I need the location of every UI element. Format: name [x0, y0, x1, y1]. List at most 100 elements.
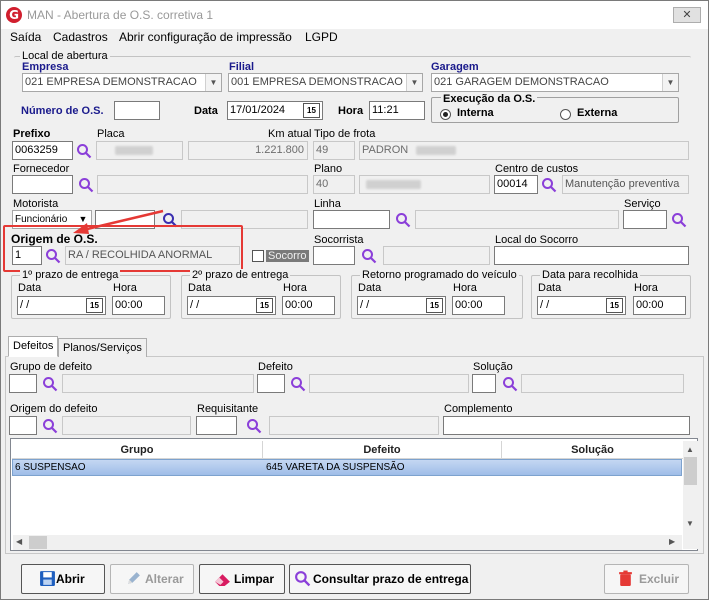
search-icon[interactable]: [42, 376, 58, 392]
complemento-label: Complemento: [444, 403, 513, 415]
grid-header-defeito[interactable]: Defeito: [263, 441, 502, 459]
scroll-up-icon[interactable]: ▲: [686, 445, 694, 454]
excluir-button[interactable]: Excluir: [604, 564, 689, 594]
main-window: G MAN - Abertura de O.S. corretiva 1 ✕ S…: [0, 0, 709, 600]
garagem-select[interactable]: 021 GARAGEM DEMONSTRACAO ▼: [431, 73, 679, 92]
scroll-down-icon[interactable]: ▼: [686, 519, 694, 528]
prefixo-input[interactable]: 0063259: [12, 141, 73, 160]
tab-planos-servicos[interactable]: Planos/Serviços: [58, 338, 147, 357]
retorno-data-label: Data: [358, 282, 382, 294]
recolhida-hora-input[interactable]: 00:00: [633, 296, 686, 315]
search-icon[interactable]: [395, 212, 411, 228]
calendar-icon[interactable]: 15: [256, 298, 273, 313]
retorno-hora-input[interactable]: 00:00: [452, 296, 505, 315]
menu-saida[interactable]: Saída: [10, 30, 41, 44]
search-icon[interactable]: [246, 418, 262, 434]
search-icon[interactable]: [361, 248, 377, 264]
placa-field: [96, 141, 183, 160]
limpar-button[interactable]: Limpar: [199, 564, 285, 594]
numero-os-input[interactable]: [114, 101, 160, 120]
fornecedor-input[interactable]: [12, 175, 73, 194]
plano-label: Plano: [314, 163, 343, 175]
search-icon[interactable]: [671, 212, 687, 228]
calendar-icon[interactable]: 15: [303, 103, 320, 118]
scroll-thumb[interactable]: [684, 457, 697, 485]
data-input[interactable]: 17/01/2024 15: [227, 101, 323, 120]
complemento-input[interactable]: [443, 416, 690, 435]
scroll-left-icon[interactable]: ◀: [16, 537, 22, 546]
retorno-data-input[interactable]: / / 15: [357, 296, 446, 315]
menu-abrir-config[interactable]: Abrir configuração de impressão: [119, 30, 292, 44]
externa-label: Externa: [577, 107, 618, 119]
socorro-checkbox[interactable]: [252, 250, 264, 262]
local-socorro-input[interactable]: [494, 246, 689, 265]
grid-header-solucao[interactable]: Solução: [502, 441, 683, 459]
filial-select[interactable]: 001 EMPRESA DEMONSTRACAO ▼: [228, 73, 423, 92]
search-icon[interactable]: [502, 376, 518, 392]
search-icon[interactable]: [76, 143, 92, 159]
prazo1-title: 1º prazo de entrega: [20, 269, 121, 281]
calendar-icon[interactable]: 15: [606, 298, 623, 313]
calendar-icon[interactable]: 15: [86, 298, 103, 313]
recolhida-data-input[interactable]: / / 15: [537, 296, 626, 315]
servico-input[interactable]: [623, 210, 667, 229]
radio-interna[interactable]: [440, 109, 451, 120]
linha-input[interactable]: [313, 210, 390, 229]
socorrista-label: Socorrista: [314, 234, 364, 246]
alterar-label: Alterar: [145, 572, 184, 586]
data-label: Data: [194, 105, 218, 117]
hscroll-thumb[interactable]: [29, 536, 47, 549]
filial-label: Filial: [229, 61, 255, 73]
abrir-label: Abrir: [56, 572, 85, 586]
consultar-prazo-button[interactable]: Consultar prazo de entrega: [289, 564, 471, 594]
origem-os-input[interactable]: 1: [12, 246, 42, 265]
garagem-value: 021 GARAGEM DEMONSTRACAO: [434, 76, 609, 88]
search-icon: [295, 571, 311, 587]
grid-header-grupo[interactable]: Grupo: [12, 441, 263, 459]
tab-defeitos[interactable]: Defeitos: [8, 336, 59, 357]
centro-custos-input[interactable]: 00014: [494, 175, 538, 194]
prazo2-hora-input[interactable]: 00:00: [282, 296, 335, 315]
abrir-button[interactable]: Abrir: [21, 564, 105, 594]
pencil-icon: [128, 572, 140, 584]
hora-input[interactable]: 11:21: [369, 101, 425, 120]
origem-defeito-input[interactable]: [9, 416, 37, 435]
tipo-frota-label: Tipo de frota: [314, 128, 376, 140]
empresa-value: 021 EMPRESA DEMONSTRACAO: [25, 76, 197, 88]
menu-lgpd[interactable]: LGPD: [305, 30, 338, 44]
linha-label: Linha: [314, 198, 341, 210]
alterar-button[interactable]: Alterar: [110, 564, 194, 594]
empresa-select[interactable]: 021 EMPRESA DEMONSTRACAO ▼: [22, 73, 222, 92]
save-icon: [40, 571, 55, 586]
grupo-defeito-input[interactable]: [9, 374, 37, 393]
linha-desc: [415, 210, 619, 229]
vertical-scrollbar[interactable]: ▲ ▼: [683, 441, 698, 549]
search-icon[interactable]: [42, 418, 58, 434]
defeito-label: Defeito: [258, 361, 293, 373]
search-icon[interactable]: [78, 177, 94, 193]
requisitante-input[interactable]: [196, 416, 237, 435]
excluir-label: Excluir: [639, 572, 680, 586]
scroll-right-icon[interactable]: ▶: [669, 537, 675, 546]
radio-externa[interactable]: [560, 109, 571, 120]
prazo1-data-value: / /: [20, 299, 30, 311]
origem-os-desc: RA / RECOLHIDA ANORMAL: [65, 246, 240, 265]
prazo1-hora-input[interactable]: 00:00: [112, 296, 165, 315]
table-row[interactable]: 6 SUSPENSAO 645 VARETA DA SUSPENSÃO: [12, 459, 682, 476]
socorrista-input[interactable]: [313, 246, 355, 265]
eraser-icon: [215, 574, 230, 586]
solucao-input[interactable]: [472, 374, 496, 393]
menu-cadastros[interactable]: Cadastros: [53, 30, 108, 44]
prazo1-data-input[interactable]: / / 15: [17, 296, 106, 315]
prazo2-data-input[interactable]: / / 15: [187, 296, 276, 315]
title-bar: G MAN - Abertura de O.S. corretiva 1 ✕: [1, 1, 708, 29]
search-icon[interactable]: [290, 376, 306, 392]
search-icon[interactable]: [45, 248, 61, 264]
calendar-icon[interactable]: 15: [426, 298, 443, 313]
fornecedor-label: Fornecedor: [13, 163, 70, 175]
close-button[interactable]: ✕: [673, 7, 701, 23]
retorno-title: Retorno programado do veículo: [360, 269, 519, 281]
defeito-input[interactable]: [257, 374, 285, 393]
horizontal-scrollbar[interactable]: ◀ ▶: [13, 535, 682, 550]
search-icon[interactable]: [541, 177, 557, 193]
